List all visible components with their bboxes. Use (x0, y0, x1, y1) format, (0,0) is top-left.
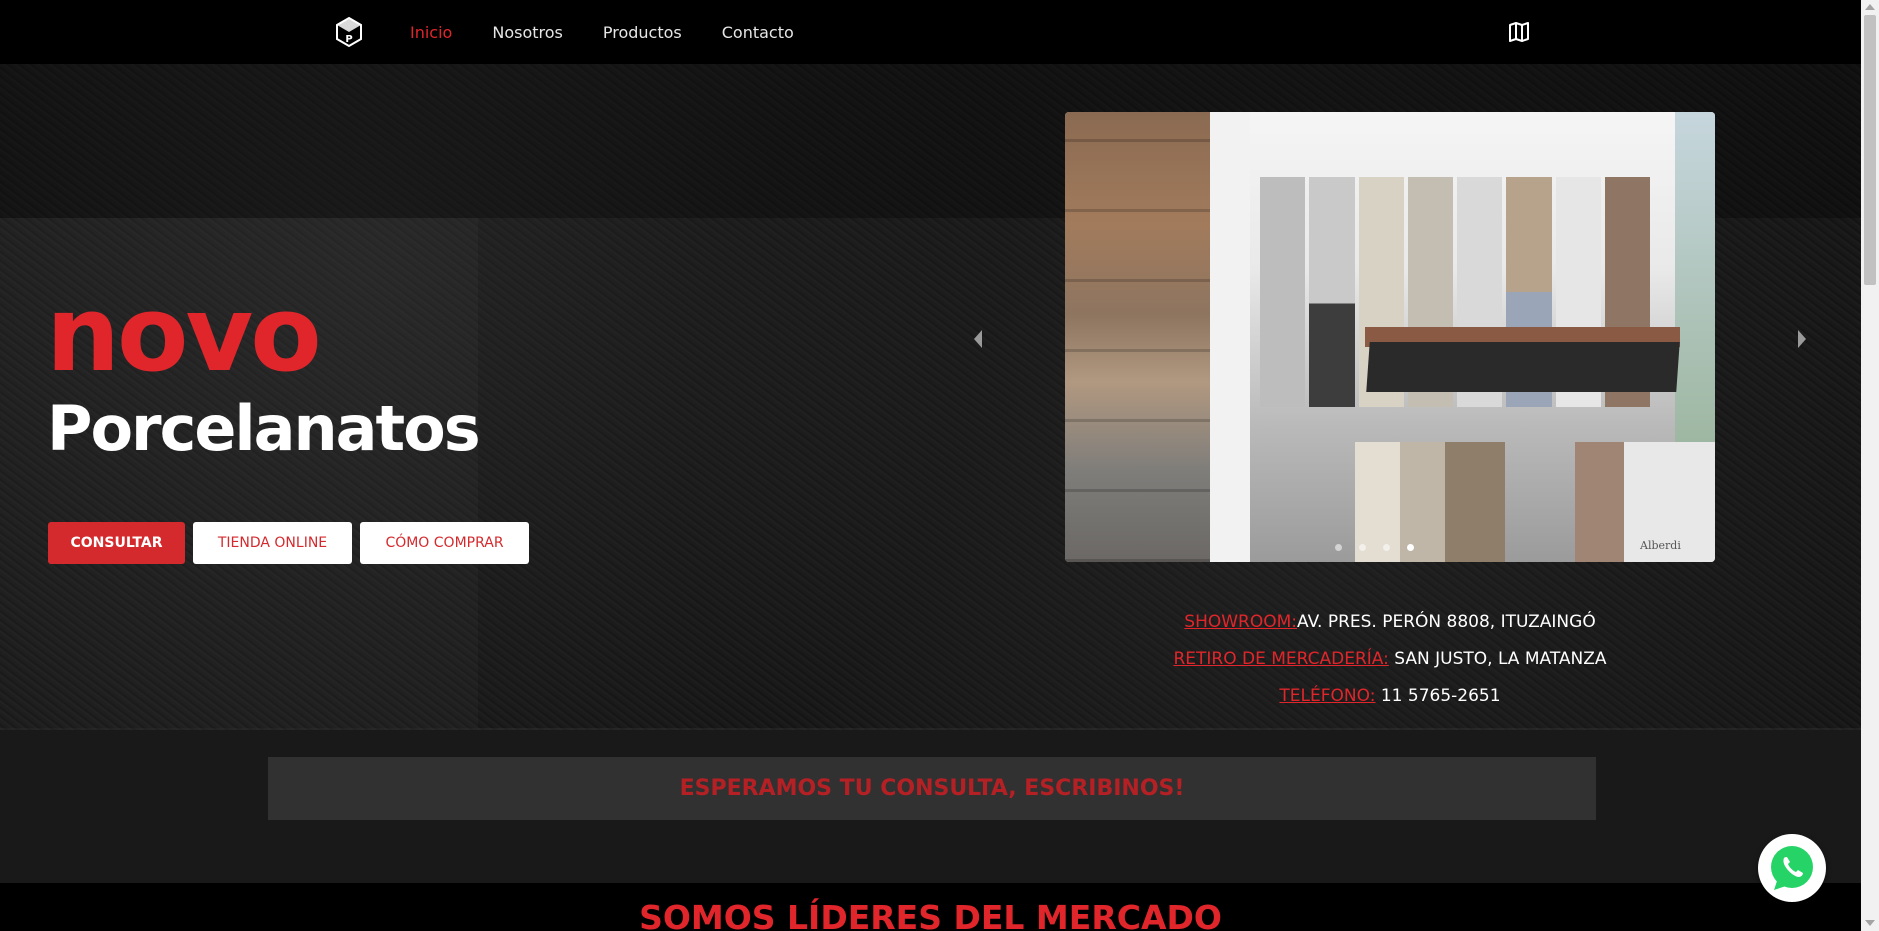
como-comprar-button[interactable]: CÓMO COMPRAR (360, 522, 529, 564)
telefono-value: 11 5765-2651 (1380, 686, 1501, 706)
carousel-photo-window (1675, 112, 1715, 442)
tienda-online-button[interactable]: TIENDA ONLINE (193, 522, 352, 564)
nav-link-inicio[interactable]: Inicio (410, 23, 452, 42)
showroom-label[interactable]: SHOWROOM: (1184, 612, 1297, 632)
consultar-button[interactable]: CONSULTAR (48, 522, 185, 564)
info-telefono: TELÉFONO: 11 5765-2651 (1065, 686, 1715, 706)
carousel-dot-2[interactable] (1359, 544, 1366, 551)
consulta-banner[interactable]: ESPERAMOS TU CONSULTA, ESCRIBINOS! (268, 757, 1596, 820)
hero-title-porcelanatos: Porcelanatos (47, 392, 481, 465)
info-showroom: SHOWROOM:AV. PRES. PERÓN 8808, ITUZAINGÓ (1065, 612, 1715, 632)
carousel-dot-1[interactable] (1335, 544, 1342, 551)
showroom-carousel[interactable]: Alberdi (1065, 112, 1715, 562)
top-navbar: P Inicio Nosotros Productos Contacto (0, 0, 1861, 64)
leaders-title: SOMOS LÍDERES DEL MERCADO (639, 898, 1222, 931)
carousel-photo-stone-wall (1065, 112, 1210, 562)
carousel-next-arrow-icon[interactable] (1798, 330, 1806, 348)
retiro-value: SAN JUSTO, LA MATANZA (1394, 649, 1607, 669)
nav-link-nosotros[interactable]: Nosotros (492, 23, 563, 42)
whatsapp-icon (1771, 846, 1813, 890)
scroll-down-arrow-icon[interactable] (1865, 920, 1875, 926)
carousel-photo-table (1366, 342, 1680, 392)
svg-text:P: P (345, 34, 352, 45)
carousel-photo-watermark: Alberdi (1640, 539, 1681, 552)
nav-link-contacto[interactable]: Contacto (722, 23, 794, 42)
nav-link-productos[interactable]: Productos (603, 23, 682, 42)
telefono-label[interactable]: TELÉFONO: (1279, 686, 1375, 706)
showroom-value: AV. PRES. PERÓN 8808, ITUZAINGÓ (1297, 612, 1596, 632)
whatsapp-button[interactable] (1758, 834, 1826, 902)
carousel-photo-column (1210, 112, 1250, 562)
hero-title-novo: novo (46, 273, 322, 395)
info-retiro: RETIRO DE MERCADERÍA: SAN JUSTO, LA MATA… (1065, 649, 1715, 669)
scroll-up-arrow-icon[interactable] (1865, 4, 1875, 10)
cube-p-logo-icon[interactable]: P (334, 16, 364, 48)
nav-links: Inicio Nosotros Productos Contacto (410, 0, 834, 64)
carousel-dot-3[interactable] (1383, 544, 1390, 551)
carousel-prev-arrow-icon[interactable] (974, 330, 982, 348)
scrollbar-thumb[interactable] (1864, 15, 1876, 285)
book-map-icon[interactable] (1508, 21, 1530, 43)
carousel-indicators (1335, 544, 1414, 551)
carousel-dot-4[interactable] (1407, 544, 1414, 551)
retiro-label[interactable]: RETIRO DE MERCADERÍA: (1173, 649, 1388, 669)
